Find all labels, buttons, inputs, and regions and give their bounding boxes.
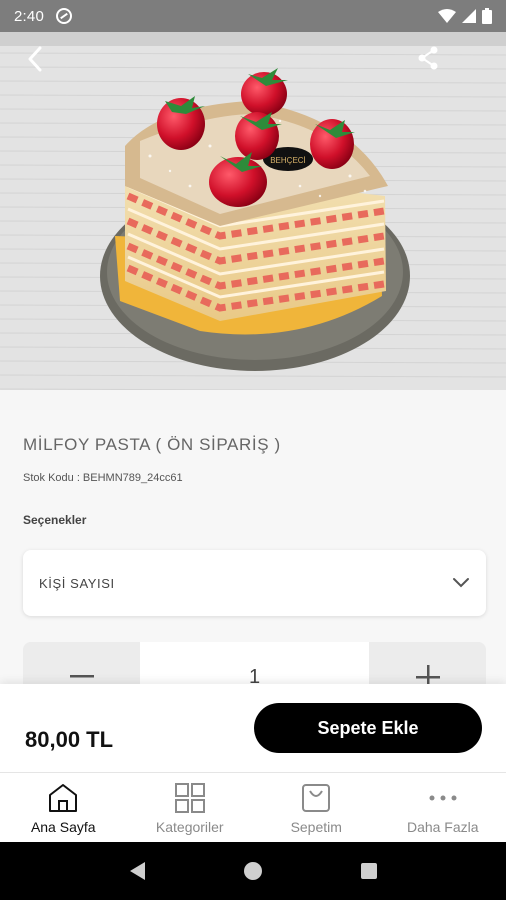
price-bar: 80,00 TL Sepete Ekle [0, 684, 506, 772]
sku-text: Stok Kodu : BEHMN789_24cc61 [23, 472, 183, 484]
nav-item-categories[interactable]: Kategoriler [127, 773, 254, 842]
product-title: MİLFOY PASTA ( ÖN SİPARİŞ ) [23, 435, 281, 454]
grid-icon [174, 783, 205, 813]
status-time: 2:40 [14, 7, 44, 25]
person-count-select[interactable]: KİŞİ SAYISI [23, 550, 486, 616]
app-screen: 2:40 BEHÇECİ MİLFOY PASTA (ÖN SİPARİŞ)… [0, 0, 506, 900]
chevron-down-icon [453, 578, 469, 588]
back-icon[interactable] [20, 46, 52, 72]
cake-brand-label: BEHÇECİ [270, 156, 306, 165]
system-recents-icon[interactable] [360, 863, 377, 879]
bottom-navigation: Ana Sayfa Kategoriler Sepetim Daha Fazla [0, 772, 506, 842]
minus-icon [69, 675, 94, 678]
wifi-icon [438, 9, 456, 23]
price-text: 80,00 TL [25, 727, 114, 752]
nav-item-home[interactable]: Ana Sayfa [0, 773, 127, 842]
system-navigation [0, 842, 506, 900]
bag-icon [302, 784, 331, 812]
share-icon[interactable] [414, 46, 442, 72]
status-bar: 2:40 [0, 0, 506, 32]
add-to-cart-button[interactable]: Sepete Ekle [254, 703, 482, 753]
cake-illustration: BEHÇECİ [0, 46, 506, 390]
nav-label-categories: Kategoriler [155, 819, 224, 835]
product-image: BEHÇECİ [0, 46, 506, 390]
status-icons [438, 8, 492, 24]
select-placeholder: KİŞİ SAYISI [39, 575, 115, 591]
nav-item-cart[interactable]: Sepetim [253, 773, 380, 842]
more-icon [429, 795, 457, 801]
nav-label-cart: Sepetim [290, 819, 342, 835]
system-back-icon[interactable] [129, 862, 145, 880]
battery-icon [482, 8, 492, 24]
nav-label-home: Ana Sayfa [30, 819, 96, 835]
signal-icon [462, 9, 476, 23]
nav-label-more: Daha Fazla [406, 819, 479, 835]
dnd-icon [56, 8, 72, 24]
home-icon [49, 784, 78, 812]
system-home-icon[interactable] [243, 862, 262, 880]
options-label: Seçenekler [23, 513, 87, 527]
nav-item-more[interactable]: Daha Fazla [380, 773, 506, 842]
